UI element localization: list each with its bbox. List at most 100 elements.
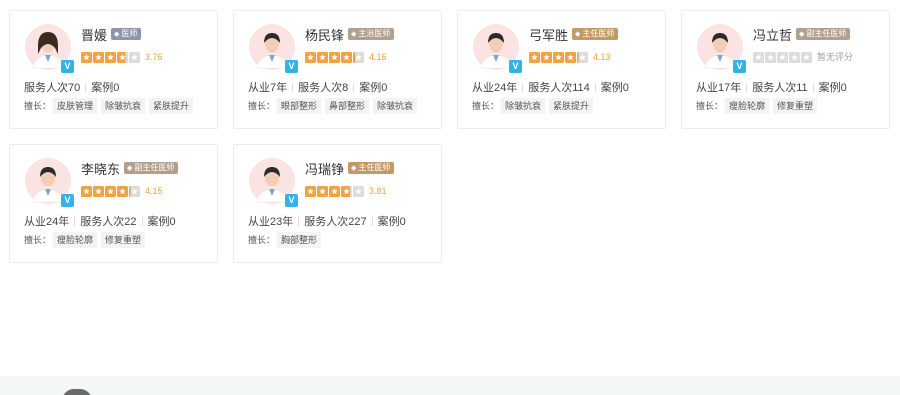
diamond-icon: ◆ bbox=[351, 31, 357, 38]
stat-divider bbox=[371, 217, 373, 226]
skills-label: 擅长： bbox=[472, 101, 500, 111]
doctor-title-badge: ◆ 主任医师 bbox=[572, 28, 619, 40]
doctor-avatar[interactable]: V bbox=[473, 24, 522, 73]
rating-score: 3.76 bbox=[145, 52, 163, 62]
star-icon bbox=[117, 186, 128, 197]
diamond-icon: ◆ bbox=[114, 31, 120, 38]
doctor-skills: 擅长： 瘦脸轮廓 修复重塑 bbox=[24, 232, 149, 248]
stat-item: 服务人次70 bbox=[24, 82, 81, 94]
stat-divider bbox=[141, 217, 143, 226]
doctor-stats: 从业7年 服务人次8 案例0 bbox=[248, 79, 387, 95]
rating-stars: 4.15 bbox=[81, 186, 163, 197]
skill-tag[interactable]: 修复重塑 bbox=[773, 98, 818, 114]
stat-divider bbox=[353, 83, 355, 92]
doctor-avatar[interactable]: V bbox=[249, 158, 298, 207]
stat-item: 从业24年 bbox=[24, 216, 70, 228]
star-icon bbox=[777, 52, 788, 63]
doctor-title-badge: ◆ 主治医师 bbox=[348, 28, 395, 40]
doctor-card[interactable]: V 李晓东 ◆ 副主任医师 4.15 从业24年 服务人次22 案例0 擅长： 瘦脸轮廓… bbox=[9, 144, 218, 263]
diamond-icon: ◆ bbox=[575, 31, 581, 38]
star-icon bbox=[753, 52, 764, 63]
stat-divider bbox=[74, 217, 76, 226]
star-icon bbox=[565, 52, 576, 63]
doctor-skills: 擅长： 眼部整形 鼻部整形 除皱抗衰 bbox=[248, 98, 421, 114]
verified-badge-icon: V bbox=[285, 194, 298, 207]
verified-badge-icon: V bbox=[285, 60, 298, 73]
star-icon bbox=[765, 52, 776, 63]
rating-stars: 3.76 bbox=[81, 52, 163, 63]
doctor-name[interactable]: 冯立哲 bbox=[753, 25, 792, 44]
doctor-name[interactable]: 弓军胜 bbox=[529, 25, 568, 44]
stat-item: 案例0 bbox=[147, 216, 176, 228]
stat-divider bbox=[85, 83, 87, 92]
doctor-card[interactable]: V 冯立哲 ◆ 副主任医师 暂无评分 从业17年 服务人次11 案例0 擅长： 瘦脸轮廓… bbox=[681, 10, 890, 129]
skill-tag[interactable]: 紧肤提升 bbox=[549, 98, 594, 114]
skill-tag[interactable]: 紧肤提升 bbox=[149, 98, 194, 114]
stat-item: 从业24年 bbox=[472, 82, 518, 94]
doctor-card[interactable]: V 晋媛 ◆ 医师 3.76 服务人次70 案例0 擅长： 皮肤管理 除皱抗衰 紧肤提升 bbox=[9, 10, 218, 129]
verified-badge-icon: V bbox=[61, 60, 74, 73]
star-icon bbox=[129, 186, 140, 197]
doctor-card[interactable]: V 冯瑞铮 ◆ 主任医师 3.81 从业23年 服务人次227 案例0 擅长： 胸部整形 bbox=[233, 144, 442, 263]
footer-section bbox=[0, 376, 900, 395]
skill-tag[interactable]: 鼻部整形 bbox=[325, 98, 370, 114]
skill-tag[interactable]: 除皱抗衰 bbox=[101, 98, 146, 114]
doctor-avatar[interactable]: V bbox=[25, 24, 74, 73]
skill-tag[interactable]: 眼部整形 bbox=[277, 98, 322, 114]
doctor-skills: 擅长： 胸部整形 bbox=[248, 232, 325, 248]
stat-item: 服务人次227 bbox=[304, 216, 367, 228]
doctor-title-badge: ◆ 主任医师 bbox=[348, 162, 395, 174]
stat-item: 案例0 bbox=[600, 82, 629, 94]
doctor-avatar[interactable]: V bbox=[697, 24, 746, 73]
stat-divider bbox=[522, 83, 524, 92]
rating-score: 3.81 bbox=[369, 186, 387, 196]
skill-tag[interactable]: 瘦脸轮廓 bbox=[725, 98, 770, 114]
doctor-skills: 擅长： 皮肤管理 除皱抗衰 紧肤提升 bbox=[24, 98, 197, 114]
doctor-card[interactable]: V 杨民锋 ◆ 主治医师 4.16 从业7年 服务人次8 案例0 擅长： 眼部整形 鼻部整… bbox=[233, 10, 442, 129]
skill-tag[interactable]: 胸部整形 bbox=[277, 232, 322, 248]
star-icon bbox=[81, 52, 92, 63]
doctor-name[interactable]: 冯瑞铮 bbox=[305, 159, 344, 178]
star-icon bbox=[305, 186, 316, 197]
star-icon bbox=[341, 52, 352, 63]
star-icon bbox=[353, 186, 364, 197]
rating-stars: 暂无评分 bbox=[753, 52, 853, 63]
stat-item: 服务人次22 bbox=[80, 216, 137, 228]
star-icon bbox=[529, 52, 540, 63]
skill-tag[interactable]: 修复重塑 bbox=[101, 232, 146, 248]
diamond-icon: ◆ bbox=[127, 165, 133, 172]
diamond-icon: ◆ bbox=[799, 31, 805, 38]
skill-tag[interactable]: 除皱抗衰 bbox=[373, 98, 418, 114]
stat-item: 服务人次114 bbox=[528, 82, 590, 94]
doctor-title-badge: ◆ 副主任医师 bbox=[796, 28, 851, 40]
doctor-card[interactable]: V 弓军胜 ◆ 主任医师 4.13 从业24年 服务人次114 案例0 擅长： 除皱抗衰… bbox=[457, 10, 666, 129]
doctor-avatar[interactable]: V bbox=[25, 158, 74, 207]
doctor-skills: 擅长： 除皱抗衰 紧肤提升 bbox=[472, 98, 597, 114]
star-icon bbox=[801, 52, 812, 63]
stat-item: 案例0 bbox=[91, 82, 120, 94]
skill-tag[interactable]: 瘦脸轮廓 bbox=[53, 232, 98, 248]
doctor-name[interactable]: 晋媛 bbox=[81, 25, 107, 44]
rating-stars: 3.81 bbox=[305, 186, 387, 197]
doctor-title-text: 主任医师 bbox=[358, 163, 391, 172]
star-icon bbox=[353, 52, 364, 63]
doctor-stats: 从业24年 服务人次114 案例0 bbox=[472, 79, 629, 95]
doctor-name[interactable]: 杨民锋 bbox=[305, 25, 344, 44]
star-icon bbox=[105, 52, 116, 63]
star-icon bbox=[553, 52, 564, 63]
skill-tag[interactable]: 除皱抗衰 bbox=[501, 98, 546, 114]
star-icon bbox=[93, 186, 104, 197]
skill-tag[interactable]: 皮肤管理 bbox=[53, 98, 98, 114]
stat-item: 案例0 bbox=[818, 82, 847, 94]
star-icon bbox=[329, 186, 340, 197]
star-icon bbox=[93, 52, 104, 63]
stat-item: 服务人次8 bbox=[298, 82, 349, 94]
doctor-title-badge: ◆ 副主任医师 bbox=[124, 162, 179, 174]
star-icon bbox=[105, 186, 116, 197]
verified-badge-icon: V bbox=[733, 60, 746, 73]
doctor-avatar[interactable]: V bbox=[249, 24, 298, 73]
skills-label: 擅长： bbox=[696, 101, 724, 111]
star-icon bbox=[789, 52, 800, 63]
rating-score: 暂无评分 bbox=[817, 52, 854, 62]
doctor-name[interactable]: 李晓东 bbox=[81, 159, 120, 178]
